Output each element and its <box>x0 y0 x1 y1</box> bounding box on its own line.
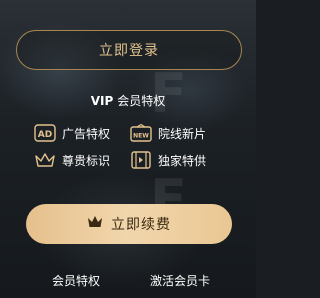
crown-icon <box>87 215 103 233</box>
perk-exclusive-content[interactable]: 独家特供 <box>130 150 206 170</box>
vip-label: VIP <box>90 94 114 108</box>
perk-ad-privilege[interactable]: AD 广告特权 <box>34 123 110 143</box>
login-button-label: 立即登录 <box>99 43 159 59</box>
svg-text:NEW: NEW <box>133 133 149 140</box>
svg-text:AD: AD <box>38 130 52 140</box>
perk-label: 广告特权 <box>62 126 111 141</box>
ad-icon: AD <box>34 123 56 143</box>
vip-privileges-title: VIP 会员特权 <box>0 92 256 109</box>
renew-button[interactable]: 立即续费 <box>26 204 232 244</box>
perk-distinguished-badge[interactable]: 尊贵标识 <box>34 150 110 170</box>
vip-title-text: 会员特权 <box>117 94 166 108</box>
renew-button-label: 立即续费 <box>111 217 171 233</box>
perk-new-releases[interactable]: NEW 院线新片 <box>130 123 206 143</box>
new-icon: NEW <box>130 123 152 143</box>
link-activate-member-card[interactable]: 激活会员卡 <box>150 272 210 289</box>
link-member-privileges[interactable]: 会员特权 <box>52 272 100 289</box>
crown-icon <box>34 150 56 170</box>
film-icon <box>130 150 152 170</box>
login-button[interactable]: 立即登录 <box>16 30 242 70</box>
perk-label: 独家特供 <box>158 153 207 168</box>
perk-label: 尊贵标识 <box>62 153 111 168</box>
perk-label: 院线新片 <box>158 126 207 141</box>
